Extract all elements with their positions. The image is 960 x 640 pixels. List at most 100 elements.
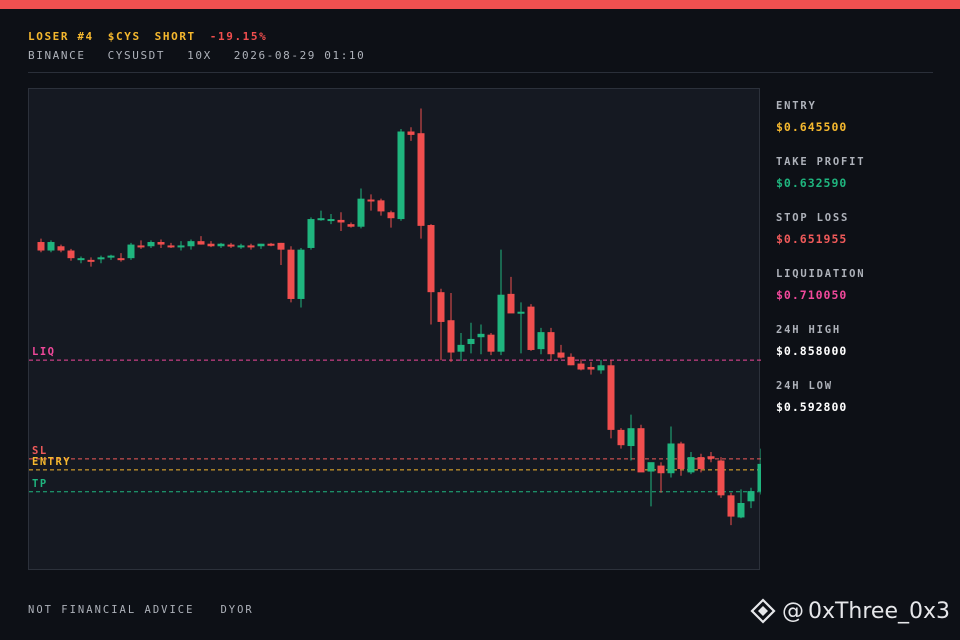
stat-stop-loss: STOP LOSS $0.651955 bbox=[776, 212, 946, 268]
dyor-text: DYOR bbox=[220, 604, 254, 616]
candle-body bbox=[207, 243, 215, 247]
candle-body bbox=[627, 428, 635, 447]
candle-body bbox=[217, 243, 225, 247]
candle-body bbox=[657, 465, 665, 474]
candle-body bbox=[197, 241, 205, 245]
candle-body bbox=[67, 250, 75, 259]
stat-value: $0.651955 bbox=[776, 232, 848, 246]
candle-body bbox=[647, 462, 655, 472]
candle-body bbox=[77, 258, 85, 261]
candle-body bbox=[317, 218, 325, 221]
candle-body bbox=[157, 242, 165, 245]
level-label-liq: LIQ bbox=[32, 346, 55, 358]
candle-body bbox=[97, 257, 105, 260]
rank-label: LOSER #4 bbox=[28, 30, 94, 43]
candle-body bbox=[257, 243, 265, 247]
candle-body bbox=[677, 443, 685, 469]
candle-body bbox=[347, 224, 355, 227]
trade-headline: LOSER #4 $CYS SHORT -19.15% bbox=[28, 30, 281, 43]
stat-label: TAKE PROFIT bbox=[776, 156, 866, 168]
watermark-handle: 0xThree_0x3 bbox=[807, 598, 950, 624]
candle-body bbox=[497, 294, 505, 352]
candle-body bbox=[587, 366, 595, 370]
ticker-label: $CYS bbox=[107, 30, 141, 43]
stat-24h-high: 24H HIGH $0.858000 bbox=[776, 324, 946, 380]
candle-body bbox=[437, 292, 445, 322]
candle-body bbox=[297, 249, 305, 299]
candle-body bbox=[757, 463, 761, 492]
candle-body bbox=[327, 219, 335, 222]
candle-body bbox=[697, 457, 705, 469]
candle-body bbox=[737, 502, 745, 518]
candle-body bbox=[467, 338, 475, 345]
disclaimer-text: NOT FINANCIAL ADVICE bbox=[28, 604, 195, 616]
candle-body bbox=[597, 365, 605, 371]
footer: NOT FINANCIAL ADVICE DYOR bbox=[28, 604, 280, 616]
candle-body bbox=[457, 344, 465, 352]
trade-subheadline: BINANCE CYSUSDT 10X 2026-08-29 01:10 bbox=[28, 49, 387, 62]
candle-body bbox=[387, 212, 395, 219]
candle-body bbox=[607, 365, 615, 430]
stat-value: $0.592800 bbox=[776, 400, 848, 414]
candle-body bbox=[727, 495, 735, 517]
candle-body bbox=[567, 356, 575, 366]
change-label: -19.15% bbox=[209, 30, 268, 43]
candle-body bbox=[707, 456, 715, 459]
candle-body bbox=[337, 219, 345, 223]
stat-liquidation: LIQUIDATION $0.710050 bbox=[776, 268, 946, 324]
candle-body bbox=[137, 245, 145, 248]
pair-label: CYSUSDT bbox=[107, 49, 166, 62]
leverage-label: 10X bbox=[187, 49, 212, 62]
candle-body bbox=[307, 219, 315, 248]
candle-body bbox=[267, 243, 275, 246]
candle-body bbox=[57, 246, 65, 251]
candle-body bbox=[517, 311, 525, 314]
exchange-label: BINANCE bbox=[28, 49, 86, 62]
candle-body bbox=[417, 133, 425, 226]
stat-24h-low: 24H LOW $0.592800 bbox=[776, 380, 946, 436]
stat-value: $0.632590 bbox=[776, 176, 848, 190]
candle-body bbox=[167, 245, 175, 248]
level-label-tp: TP bbox=[32, 478, 48, 490]
stat-label: 24H LOW bbox=[776, 380, 833, 392]
candle-body bbox=[147, 242, 155, 247]
stat-label: STOP LOSS bbox=[776, 212, 850, 224]
stat-value: $0.710050 bbox=[776, 288, 848, 302]
stat-label: 24H HIGH bbox=[776, 324, 841, 336]
candle-body bbox=[127, 244, 135, 259]
candle-body bbox=[447, 320, 455, 353]
accent-bar bbox=[0, 0, 960, 9]
candle-body bbox=[537, 332, 545, 350]
candle-body bbox=[367, 199, 375, 202]
candle-body bbox=[37, 242, 45, 251]
candle-body bbox=[527, 306, 535, 350]
stat-entry: ENTRY $0.645500 bbox=[776, 100, 946, 156]
candle-body bbox=[227, 244, 235, 247]
candle-body bbox=[687, 457, 695, 473]
candle-body bbox=[377, 200, 385, 212]
candle-body bbox=[577, 363, 585, 370]
candle-body bbox=[117, 258, 125, 261]
watermark-at: @ bbox=[781, 598, 804, 624]
candle-body bbox=[617, 429, 625, 446]
candle-body bbox=[407, 131, 415, 135]
candle-body bbox=[717, 460, 725, 496]
chart-canvas: LIQSLENTRYTP bbox=[29, 108, 761, 526]
candle-body bbox=[187, 241, 195, 247]
stat-value: $0.645500 bbox=[776, 120, 848, 134]
candle-body bbox=[177, 245, 185, 248]
level-label-entry: ENTRY bbox=[32, 456, 71, 468]
candle-body bbox=[477, 333, 485, 338]
candle-body bbox=[87, 259, 95, 262]
candle-body bbox=[247, 245, 255, 248]
candle-body bbox=[747, 491, 755, 502]
watermark: @ 0xThree_0x3 bbox=[750, 598, 950, 624]
candle-body bbox=[397, 131, 405, 220]
candle-body bbox=[547, 332, 555, 355]
candle-body bbox=[47, 242, 55, 251]
candle-body bbox=[557, 352, 565, 358]
candlestick-chart[interactable]: LIQ SL ENTRY TP bbox=[28, 88, 761, 570]
candle-body bbox=[487, 334, 495, 352]
candle-body bbox=[277, 242, 285, 250]
side-label: SHORT bbox=[154, 30, 196, 43]
